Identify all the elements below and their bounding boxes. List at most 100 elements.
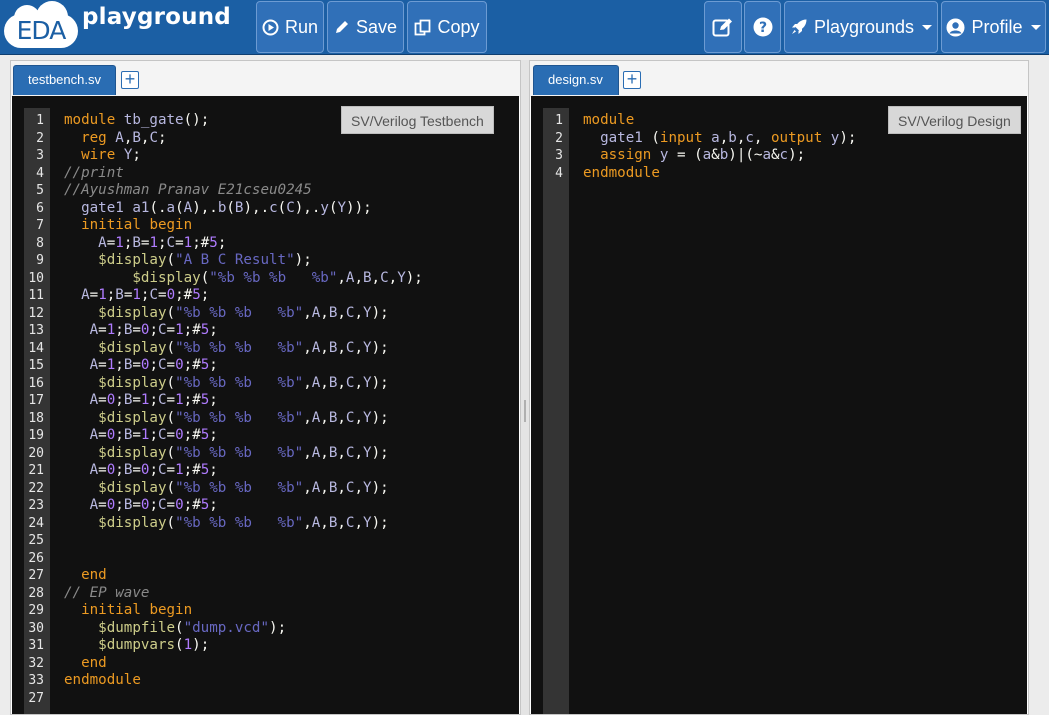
code-text: end bbox=[81, 567, 107, 583]
code-text: endmodule bbox=[583, 164, 660, 181]
code-line[interactable]: 13 A=1;B=0;C=1;#5; bbox=[24, 322, 519, 340]
testbench-pane: testbench.sv + 1 module tb_gate(); 2 reg A… bbox=[10, 60, 521, 715]
line-number: 3 bbox=[36, 148, 44, 163]
code-text: module bbox=[583, 112, 635, 128]
code-line[interactable]: 26 bbox=[24, 550, 519, 568]
code-line[interactable]: 25 bbox=[24, 532, 519, 550]
code-line[interactable]: 29 initial begin bbox=[24, 602, 519, 620]
copy-button[interactable]: Copy bbox=[407, 1, 487, 53]
code-text: A=0;B=1;C=1;#5; bbox=[89, 392, 218, 408]
code-line[interactable]: 15 A=1;B=0;C=0;#5; bbox=[24, 357, 519, 375]
line-number: 25 bbox=[28, 533, 44, 548]
code-line[interactable]: 17 A=0;B=1;C=1;#5; bbox=[24, 392, 519, 410]
design-editor[interactable]: 1 module 2 gate1 (input a,b,c, output y); 3… bbox=[531, 96, 1027, 714]
code-line[interactable]: 6 gate1 a1(.a(A),.b(B),.c(C),.y(Y)); bbox=[24, 200, 519, 218]
profile-label: Profile bbox=[971, 17, 1023, 37]
play-circle-icon bbox=[262, 19, 279, 35]
code-text: $display("%b %b %b %b",A,B,C,Y); bbox=[98, 479, 389, 496]
profile-dropdown[interactable]: Profile bbox=[941, 1, 1046, 53]
code-text: //Ayushman Pranav E21cseu0245 bbox=[64, 182, 312, 198]
code-text: end bbox=[81, 654, 107, 671]
pane-splitter[interactable] bbox=[521, 60, 529, 715]
testbench-tabstrip: testbench.sv + bbox=[11, 61, 520, 97]
line-number: 11 bbox=[28, 288, 44, 303]
code-line[interactable]: 11 A=1;B=1;C=0;#5; bbox=[24, 287, 519, 305]
code-line[interactable]: 27 end bbox=[24, 567, 519, 585]
code-text: initial begin bbox=[81, 217, 193, 233]
code-line[interactable]: 24 $display("%b %b %b %b",A,B,C,Y); bbox=[24, 515, 519, 533]
line-number: 28 bbox=[28, 585, 44, 601]
line-number: 18 bbox=[28, 410, 44, 426]
line-number: 17 bbox=[28, 393, 44, 408]
line-number: 24 bbox=[28, 515, 44, 531]
code-line[interactable]: 32 end bbox=[24, 655, 519, 673]
line-number: 15 bbox=[28, 358, 44, 373]
code-line[interactable]: 14 $display("%b %b %b %b",A,B,C,Y); bbox=[24, 340, 519, 358]
code-line[interactable]: 8 A=1;B=1;C=1;#5; bbox=[24, 235, 519, 253]
code-text: $display("%b %b %b %b",A,B,C,Y); bbox=[98, 304, 389, 321]
code-line[interactable]: 31 $dumpvars(1); bbox=[24, 637, 519, 655]
code-line[interactable]: 33 endmodule bbox=[24, 672, 519, 690]
testbench-editor[interactable]: 1 module tb_gate(); 2 reg A,B,C; 3 wire Y; 4… bbox=[12, 96, 519, 714]
add-tab-icon[interactable]: + bbox=[623, 70, 641, 89]
tab-design[interactable]: design.sv bbox=[533, 65, 619, 95]
line-number: 20 bbox=[28, 445, 44, 461]
design-language-badge[interactable]: SV/Verilog Design bbox=[888, 106, 1021, 134]
code-line[interactable]: 19 A=0;B=1;C=0;#5; bbox=[24, 427, 519, 445]
code-text: $display("%b %b %b %b",A,B,C,Y); bbox=[98, 374, 389, 391]
code-text: initial begin bbox=[81, 602, 193, 618]
code-line[interactable]: 3 wire Y; bbox=[24, 147, 519, 165]
code-line[interactable]: 18 $display("%b %b %b %b",A,B,C,Y); bbox=[24, 410, 519, 428]
eda-playground-logo[interactable]: EDA playground bbox=[4, 1, 244, 52]
line-number: 31 bbox=[28, 638, 44, 653]
add-tab-icon[interactable]: + bbox=[121, 70, 139, 89]
help-button[interactable]: ? bbox=[744, 1, 781, 53]
edit-button[interactable] bbox=[704, 1, 742, 53]
save-button[interactable]: Save bbox=[327, 1, 404, 53]
testbench-language-badge[interactable]: SV/Verilog Testbench bbox=[341, 106, 494, 134]
line-number: 21 bbox=[28, 463, 44, 478]
line-number: 4 bbox=[36, 165, 44, 181]
code-line[interactable]: 30 $dumpfile("dump.vcd"); bbox=[24, 620, 519, 638]
line-number: 14 bbox=[28, 340, 44, 356]
code-line[interactable]: 21 A=0;B=0;C=1;#5; bbox=[24, 462, 519, 480]
design-pane: design.sv + 1 module 2 gate1 (input a,b,c,… bbox=[529, 60, 1029, 715]
tab-testbench[interactable]: testbench.sv bbox=[13, 65, 116, 95]
code-line[interactable]: 12 $display("%b %b %b %b",A,B,C,Y); bbox=[24, 305, 519, 323]
code-text: A=1;B=1;C=0;#5; bbox=[81, 287, 210, 303]
top-navbar: EDA playground Run Save Copy ? Playgroun… bbox=[0, 0, 1049, 55]
edit-icon bbox=[712, 18, 732, 37]
code-line[interactable]: 4 //print bbox=[24, 165, 519, 183]
testbench-code[interactable]: 1 module tb_gate(); 2 reg A,B,C; 3 wire Y; 4… bbox=[24, 112, 519, 707]
code-line[interactable]: 27 bbox=[24, 690, 519, 708]
run-label: Run bbox=[284, 17, 319, 37]
line-number: 7 bbox=[36, 218, 44, 233]
line-number: 12 bbox=[28, 305, 44, 321]
code-text: A=1;B=1;C=1;#5; bbox=[98, 234, 227, 251]
line-number: 6 bbox=[36, 200, 44, 216]
logo-cloud: EDA bbox=[4, 1, 78, 48]
code-line[interactable]: 9 $display("A B C Result"); bbox=[24, 252, 519, 270]
code-text: $display("%b %b %b %b",A,B,C,Y); bbox=[98, 409, 389, 426]
line-number: 1 bbox=[555, 113, 563, 128]
code-line[interactable]: 22 $display("%b %b %b %b",A,B,C,Y); bbox=[24, 480, 519, 498]
code-line[interactable]: 16 $display("%b %b %b %b",A,B,C,Y); bbox=[24, 375, 519, 393]
code-line[interactable]: 28 // EP wave bbox=[24, 585, 519, 603]
user-icon bbox=[946, 18, 965, 36]
code-text: $display("%b %b %b %b",A,B,C,Y); bbox=[98, 514, 389, 531]
code-line[interactable]: 20 $display("%b %b %b %b",A,B,C,Y); bbox=[24, 445, 519, 463]
line-number: 33 bbox=[28, 673, 44, 688]
playgrounds-dropdown[interactable]: Playgrounds bbox=[784, 1, 938, 53]
code-line[interactable]: 3 assign y = (a&b)|(~a&c); bbox=[543, 147, 1027, 165]
code-line[interactable]: 10 $display("%b %b %b %b",A,B,C,Y); bbox=[24, 270, 519, 288]
code-line[interactable]: 5 //Ayushman Pranav E21cseu0245 bbox=[24, 182, 519, 200]
code-text: A=1;B=0;C=1;#5; bbox=[89, 322, 218, 338]
question-icon: ? bbox=[753, 17, 772, 37]
copy-label: Copy bbox=[437, 17, 480, 37]
line-number: 30 bbox=[28, 620, 44, 636]
code-line[interactable]: 23 A=0;B=0;C=0;#5; bbox=[24, 497, 519, 515]
code-text: gate1 (input a,b,c, output y); bbox=[600, 129, 857, 146]
code-line[interactable]: 7 initial begin bbox=[24, 217, 519, 235]
code-line[interactable]: 4 endmodule bbox=[543, 165, 1027, 183]
run-button[interactable]: Run bbox=[256, 1, 324, 53]
